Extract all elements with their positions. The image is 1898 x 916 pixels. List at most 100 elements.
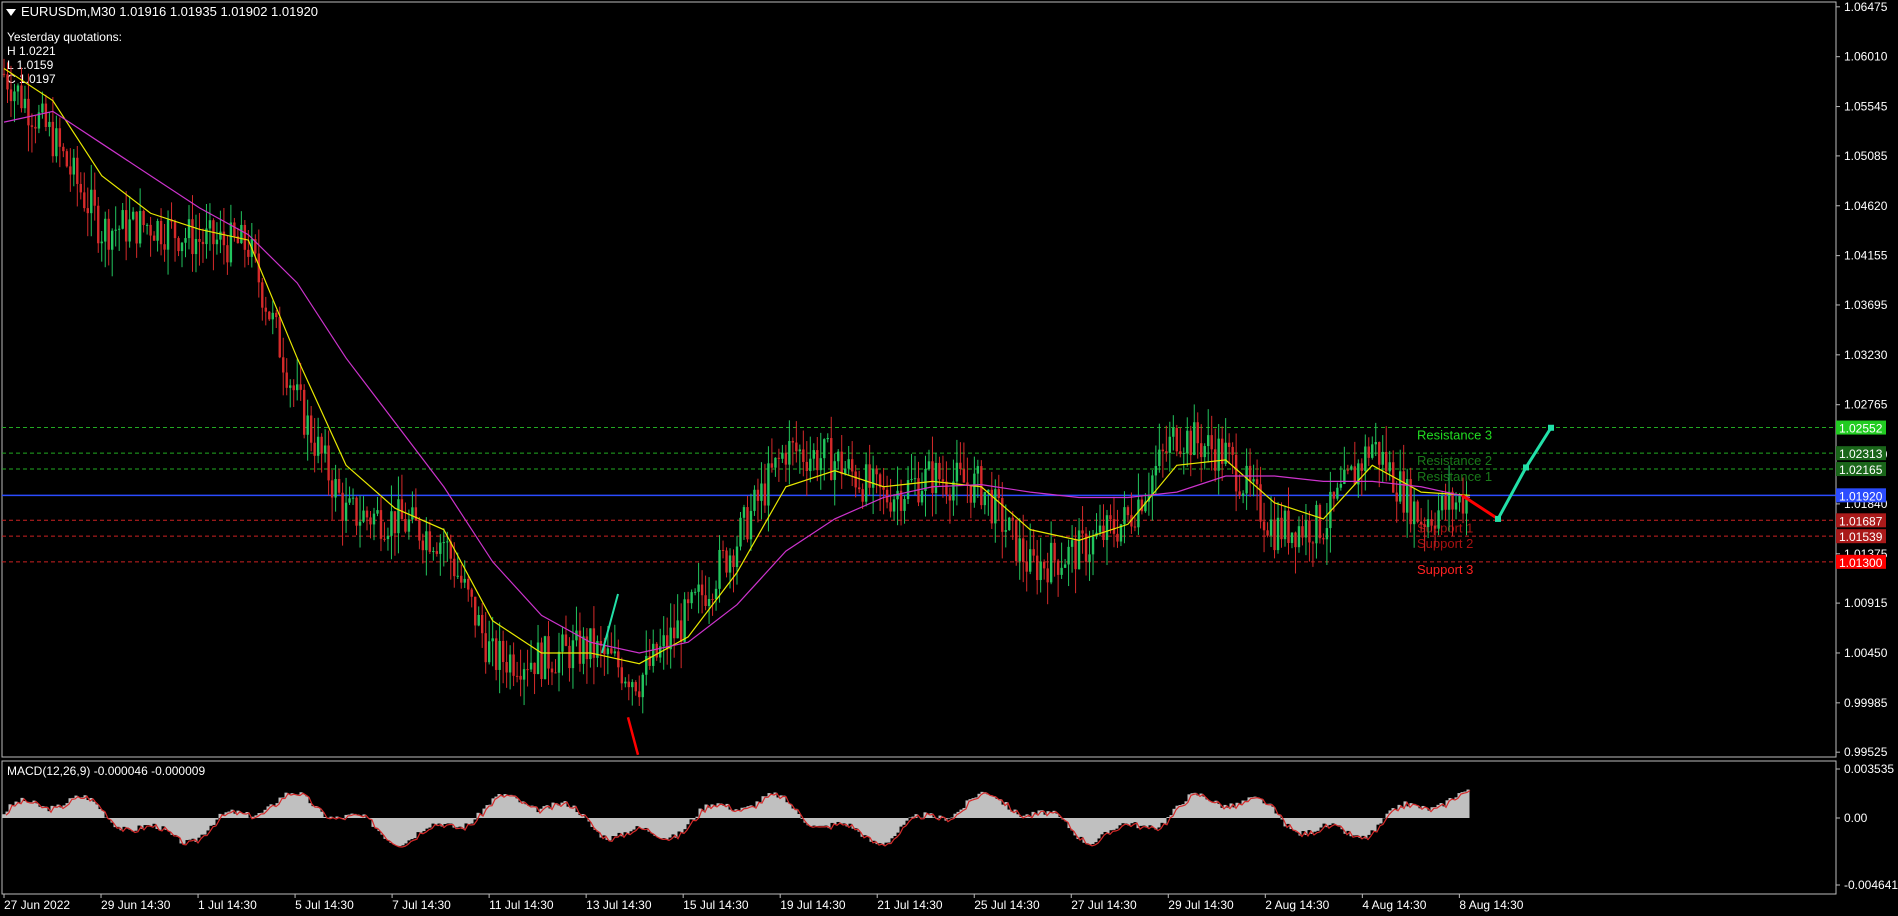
candle-body — [114, 229, 117, 231]
candle-body — [791, 441, 795, 443]
candle-body — [540, 642, 543, 680]
candle-body — [320, 436, 323, 454]
candle-body — [166, 219, 170, 250]
candle-body — [341, 492, 344, 521]
y-tick-label: 1.03695 — [1844, 298, 1888, 312]
candle-body — [973, 473, 976, 503]
candle-body — [131, 211, 135, 220]
candle-body — [208, 220, 212, 229]
candle-body — [962, 468, 966, 483]
candle-body — [1318, 504, 1322, 539]
candle-body — [522, 669, 526, 680]
candle-body — [795, 442, 798, 452]
candle-body — [1311, 542, 1315, 544]
candle-body — [550, 668, 554, 673]
candle-body — [362, 510, 365, 522]
candle-body — [480, 614, 484, 634]
candle-body — [1042, 561, 1046, 569]
candle-body — [90, 189, 93, 214]
candle-body — [714, 588, 718, 600]
candle-body — [355, 497, 358, 526]
candle-body — [65, 151, 69, 167]
candle-body — [351, 497, 355, 499]
candle-body — [494, 638, 498, 670]
candle-body — [700, 584, 704, 596]
candle-body — [128, 219, 131, 242]
candle-body — [948, 494, 952, 501]
candle-body — [13, 91, 16, 102]
candle-body — [1266, 530, 1269, 536]
candle-body — [222, 231, 226, 246]
candle-body — [610, 648, 613, 654]
candle-body — [386, 535, 390, 540]
candle-body — [686, 599, 690, 604]
candle-body — [749, 510, 753, 540]
candle-body — [1440, 495, 1444, 511]
candle-body — [823, 439, 826, 459]
y-tick-label: 1.06475 — [1844, 0, 1888, 14]
candles — [2, 58, 1468, 714]
candle-body — [51, 121, 55, 157]
candle-body — [1238, 491, 1241, 496]
candle-body — [418, 520, 421, 541]
candle-body — [467, 578, 470, 590]
candle-body — [1158, 449, 1161, 467]
candle-body — [41, 103, 44, 113]
candle-body — [456, 575, 459, 577]
candle-body — [191, 219, 194, 255]
candle-body — [826, 438, 829, 440]
candle-body — [285, 372, 288, 388]
candle-body — [1165, 451, 1168, 453]
candle-body — [302, 389, 306, 435]
x-tick-label: 1 Jul 14:30 — [198, 898, 257, 912]
candle-body — [93, 189, 96, 206]
forecast-node — [1495, 515, 1501, 522]
candle-body — [76, 157, 79, 184]
candle-body — [1283, 510, 1287, 540]
candle-body — [435, 551, 439, 554]
forecast-node — [1548, 424, 1554, 431]
candle-body — [728, 555, 732, 573]
candle-body — [812, 450, 815, 459]
candle-body — [774, 457, 777, 468]
candle-body — [533, 662, 536, 675]
candle-body — [913, 478, 917, 480]
candle-body — [1294, 532, 1297, 548]
candle-body — [557, 651, 561, 673]
candle-body — [1046, 568, 1049, 583]
candle-body — [1154, 466, 1158, 476]
candle-body — [383, 538, 386, 540]
candle-body — [638, 691, 641, 698]
candle-body — [1364, 446, 1367, 471]
candle-body — [1203, 446, 1206, 458]
candle-body — [672, 627, 676, 639]
y-tick-label: 1.05545 — [1844, 100, 1888, 114]
candle-body — [6, 74, 9, 90]
candle-body — [453, 558, 456, 577]
candle-body — [903, 499, 906, 511]
candle-body — [296, 384, 299, 391]
candle-body — [1297, 526, 1301, 548]
candle-body — [809, 458, 812, 472]
candle-body — [243, 224, 247, 250]
candle-body — [1056, 560, 1060, 575]
candle-body — [1189, 430, 1192, 456]
candle-body — [1426, 519, 1430, 528]
candle-body — [840, 451, 843, 475]
candle-body — [788, 441, 791, 465]
candle-body — [620, 667, 624, 684]
candle-body — [1339, 484, 1343, 488]
price-chart[interactable]: 1.06475 1.06010 1.05545 1.05085 1.04620 1.041… — [0, 0, 1898, 916]
candle-body — [100, 241, 103, 244]
candle-body — [997, 489, 1000, 498]
candle-body — [554, 672, 557, 674]
candle-body — [411, 507, 414, 520]
candle-body — [400, 499, 404, 519]
candle-body — [655, 643, 658, 658]
candle-body — [1126, 507, 1130, 516]
candle-body — [152, 235, 156, 241]
y-tick-label: 1.03230 — [1844, 348, 1888, 362]
candle-body — [756, 489, 760, 501]
candle-body — [215, 239, 219, 245]
candle-body — [770, 463, 774, 468]
